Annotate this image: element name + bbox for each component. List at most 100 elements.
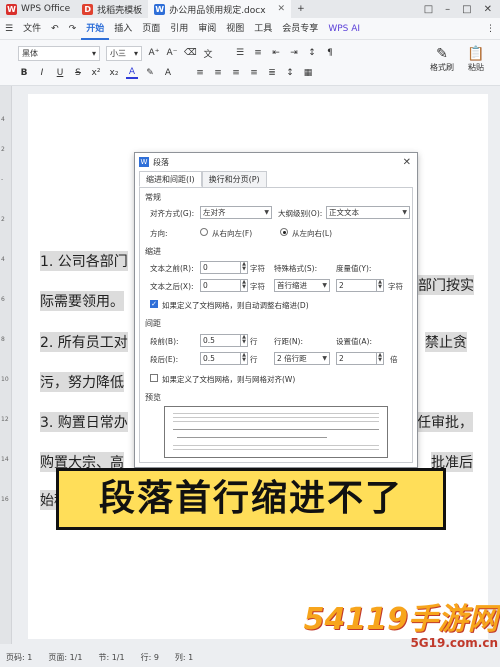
status-column[interactable]: 列: 1	[175, 652, 193, 663]
doc-line: 1. 公司各部门	[40, 251, 128, 271]
paste-button[interactable]: 📋 粘贴	[462, 46, 490, 73]
status-line[interactable]: 行: 9	[141, 652, 159, 663]
close-icon[interactable]: ✕	[403, 157, 417, 168]
snap-to-grid-checkbox[interactable]	[150, 374, 158, 382]
status-section[interactable]: 节: 1/1	[98, 652, 124, 663]
set-value-input[interactable]: 2 ▲ ▼	[336, 352, 384, 365]
align-right-icon[interactable]: ≡	[230, 68, 242, 78]
justify-icon[interactable]: ≡	[248, 68, 260, 78]
align-left-icon[interactable]: ≡	[194, 68, 206, 78]
measure-input[interactable]: 2 ▲ ▼	[336, 279, 384, 292]
tab-docer[interactable]: D 找稻壳模板	[76, 0, 148, 18]
alignment-select[interactable]: 左对齐 ▼	[200, 206, 272, 219]
video-caption: 段落首行缩进不了	[56, 468, 446, 530]
menu-view[interactable]: 视图	[221, 18, 249, 40]
menu-insert[interactable]: 插入	[109, 18, 137, 40]
close-icon[interactable]: ✕	[484, 4, 492, 15]
auto-right-indent-label: 如果定义了文档网格，则自动调整右缩进(D)	[162, 301, 309, 310]
spinner-icon[interactable]: ▲ ▼	[240, 335, 247, 346]
menu-reference[interactable]: 引用	[165, 18, 193, 40]
tab-wps-office[interactable]: W WPS Office	[0, 0, 76, 18]
menu-wps-ai[interactable]: WPS AI	[323, 18, 365, 40]
outline-level-select[interactable]: 正文文本 ▼	[326, 206, 410, 219]
space-after-input[interactable]: 0.5 ▲ ▼	[200, 352, 248, 365]
format-brush-button[interactable]: ✎ 格式刷	[424, 46, 460, 73]
highlight-icon[interactable]: ✎	[144, 68, 156, 78]
status-bar: 页码: 1 页面: 1/1 节: 1/1 行: 9 列: 1	[0, 647, 500, 667]
close-tab-icon[interactable]: ✕	[278, 4, 286, 14]
maximize-icon[interactable]: □	[462, 4, 471, 15]
more-menu-icon[interactable]: ⋮	[481, 18, 500, 40]
spinner-icon[interactable]: ▲ ▼	[376, 353, 383, 364]
menu-review[interactable]: 审阅	[193, 18, 221, 40]
font-color-icon[interactable]: A	[126, 67, 138, 79]
title-bar: W WPS Office D 找稻壳模板 W 办公用品领用规定.docx ✕ +…	[0, 0, 500, 18]
sort-icon[interactable]: ↕	[306, 48, 318, 58]
distributed-icon[interactable]: ≣	[266, 68, 278, 78]
strikethrough-icon[interactable]: S	[72, 68, 84, 78]
show-marks-icon[interactable]: ¶	[324, 48, 336, 58]
superscript-icon[interactable]: x²	[90, 68, 102, 78]
status-page[interactable]: 页码: 1	[6, 652, 32, 663]
space-before-input[interactable]: 0.5 ▲ ▼	[200, 334, 248, 347]
redo-icon[interactable]: ↷	[64, 18, 82, 40]
spinner-icon[interactable]: ▲ ▼	[240, 353, 247, 364]
tab-line-page-breaks[interactable]: 换行和分页(P)	[201, 171, 267, 187]
add-tab-button[interactable]: +	[291, 0, 311, 18]
line-spacing-icon[interactable]: ↕	[284, 68, 296, 78]
spinner-icon[interactable]: ▲ ▼	[240, 262, 247, 273]
line-spacing-select[interactable]: 2 倍行距 ▼	[274, 352, 330, 365]
spinner-icon[interactable]: ▲ ▼	[376, 280, 383, 291]
spinner-icon[interactable]: ▲ ▼	[240, 280, 247, 291]
tab-document[interactable]: W 办公用品领用规定.docx ✕	[148, 0, 292, 18]
menu-page[interactable]: 页面	[137, 18, 165, 40]
align-center-icon[interactable]: ≡	[212, 68, 224, 78]
menu-file[interactable]: 文件	[18, 18, 46, 40]
bullet-list-icon[interactable]: ☰	[234, 48, 246, 58]
status-pages[interactable]: 页面: 1/1	[48, 652, 82, 663]
outdent-icon[interactable]: ⇤	[270, 48, 282, 58]
shrink-font-icon[interactable]: A⁻	[166, 48, 178, 58]
indent-before-value: 0	[203, 263, 208, 272]
auto-right-indent-checkbox[interactable]: ✓	[150, 300, 158, 308]
borders-icon[interactable]: ▦	[302, 68, 314, 78]
italic-icon[interactable]: I	[36, 68, 48, 78]
ltr-radio[interactable]	[280, 228, 288, 236]
doc-line: 3. 购置日常办	[40, 412, 128, 432]
font-size-select[interactable]: 小三 ▾	[106, 45, 142, 61]
docer-icon: D	[82, 3, 94, 15]
space-before-unit: 行	[250, 337, 258, 346]
hamburger-icon[interactable]: ☰	[0, 18, 18, 40]
doc-line: 际需要领用。	[40, 291, 124, 311]
indent-after-input[interactable]: 0 ▲ ▼	[200, 279, 248, 292]
menu-tools[interactable]: 工具	[249, 18, 277, 40]
doc-line: 2. 所有员工对	[40, 332, 128, 352]
subscript-icon[interactable]: x₂	[108, 68, 120, 78]
minimize-icon[interactable]: –	[445, 4, 450, 15]
bold-icon[interactable]: B	[18, 68, 30, 78]
menu-member[interactable]: 会员专享	[277, 18, 323, 40]
grow-font-icon[interactable]: A⁺	[148, 48, 160, 58]
phonetic-icon[interactable]: 文	[202, 47, 214, 60]
menu-home[interactable]: 开始	[81, 18, 110, 40]
number-list-icon[interactable]: ≡	[252, 48, 264, 58]
undo-icon[interactable]: ↶	[46, 18, 64, 40]
rtl-radio[interactable]	[200, 228, 208, 236]
underline-icon[interactable]: U	[54, 68, 66, 78]
indent-before-input[interactable]: 0 ▲ ▼	[200, 261, 248, 274]
special-format-select[interactable]: 首行缩进 ▼	[274, 279, 330, 292]
line-spacing-value: 2 倍行距	[277, 354, 307, 363]
tab-label: WPS Office	[21, 4, 71, 14]
clear-format-icon[interactable]: ⌫	[184, 48, 197, 58]
font-family-select[interactable]: 黑体 ▾	[18, 45, 100, 61]
section-spacing: 间距	[145, 319, 161, 328]
restore-icon[interactable]: □	[424, 4, 433, 15]
format-brush-label: 格式刷	[430, 63, 454, 72]
vertical-ruler: 42- 246 8 10 12 14 16	[0, 86, 12, 644]
indent-icon[interactable]: ⇥	[288, 48, 300, 58]
ribbon-toolbar: 黑体 ▾ 小三 ▾ A⁺ A⁻ ⌫ 文 ☰ ≡ ⇤ ⇥ ↕ ¶ B I U S x²…	[0, 40, 500, 86]
measure-value: 2	[339, 281, 344, 290]
tab-indent-spacing[interactable]: 缩进和间距(I)	[139, 171, 202, 187]
char-shading-icon[interactable]: A	[162, 68, 174, 78]
alignment-label: 对齐方式(G):	[150, 209, 195, 218]
